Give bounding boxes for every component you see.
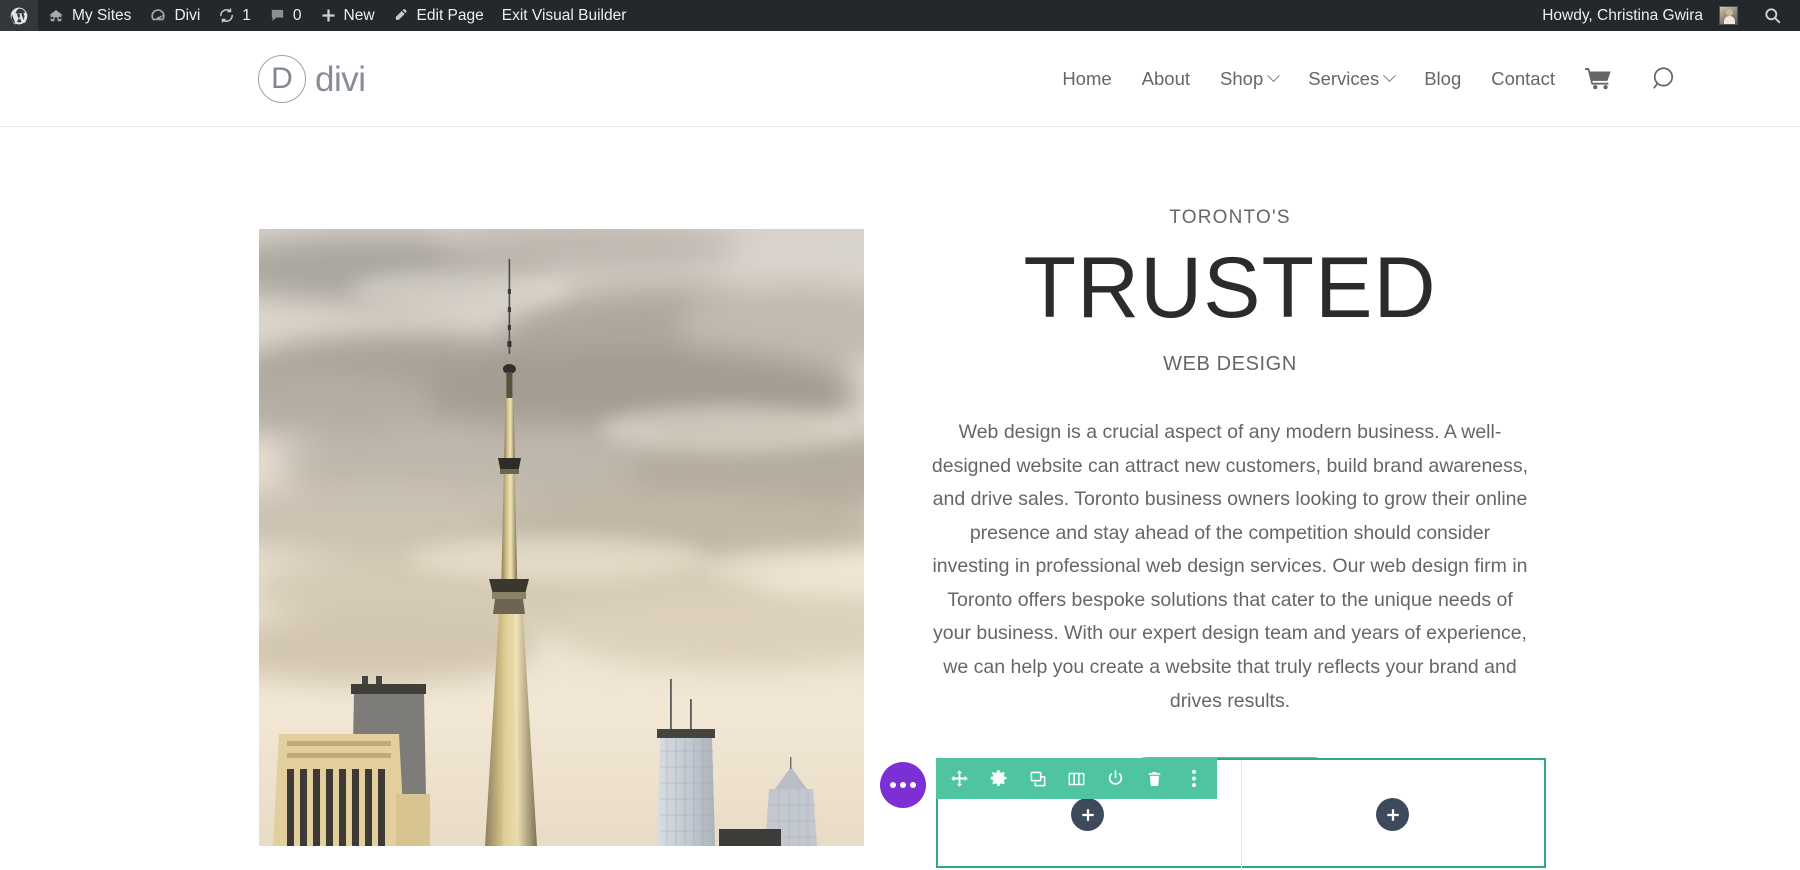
admin-bar-edit-page-label: Edit Page xyxy=(416,6,484,24)
nav-item-services-label: Services xyxy=(1308,67,1380,89)
admin-bar-account-area: Howdy, Christina Gwira xyxy=(1533,0,1796,31)
nav-item-contact-label: Contact xyxy=(1491,67,1555,89)
hero-image xyxy=(259,229,864,846)
main-navigation: Home About Shop Services Blog Contact xyxy=(1047,68,1570,90)
hero-subheadline: WEB DESIGN xyxy=(1163,353,1297,376)
admin-bar-exit-visual-builder[interactable]: Exit Visual Builder xyxy=(493,0,636,31)
page-settings-button[interactable] xyxy=(880,762,926,808)
wordpress-icon xyxy=(9,6,29,26)
builder-row[interactable] xyxy=(936,758,1546,870)
hero-section: TORONTO'S TRUSTED WEB DESIGN Web design … xyxy=(0,127,1800,846)
nav-item-home[interactable]: Home xyxy=(1047,68,1126,90)
admin-bar-new-label: New xyxy=(343,6,375,24)
admin-bar-site-name[interactable]: Divi xyxy=(140,0,209,31)
nav-item-home-label: Home xyxy=(1062,67,1112,89)
admin-bar-greeting: Howdy, Christina Gwira xyxy=(1542,6,1703,24)
search-icon xyxy=(1763,6,1782,25)
wordpress-admin-bar: My Sites Divi 1 0 New Edit Page Exit Vis… xyxy=(0,0,1800,31)
columns-icon[interactable] xyxy=(1066,768,1087,789)
sites-icon xyxy=(47,7,65,25)
nav-item-shop-label: Shop xyxy=(1220,67,1264,89)
admin-bar-my-sites[interactable]: My Sites xyxy=(38,0,140,31)
pencil-icon xyxy=(393,7,410,24)
admin-bar-comments[interactable]: 0 xyxy=(260,0,311,31)
chevron-down-icon xyxy=(1383,69,1397,83)
dot-2 xyxy=(900,782,906,788)
logo-mark: D xyxy=(258,54,306,103)
admin-bar-wordpress-logo[interactable] xyxy=(0,0,38,31)
add-module-button-column-2[interactable] xyxy=(1376,798,1409,831)
hero-eyebrow: TORONTO'S xyxy=(1169,207,1291,228)
site-logo[interactable]: D divi xyxy=(258,54,366,103)
site-header: D divi Home About Shop Services Blog Con… xyxy=(0,31,1800,127)
trash-icon[interactable] xyxy=(1144,768,1165,789)
nav-item-contact[interactable]: Contact xyxy=(1476,68,1570,90)
admin-bar-updates-count: 1 xyxy=(242,6,251,24)
updates-icon xyxy=(218,7,235,24)
cart-icon[interactable] xyxy=(1585,67,1612,91)
move-icon[interactable] xyxy=(949,768,970,789)
dot-1 xyxy=(890,782,896,788)
admin-bar-updates[interactable]: 1 xyxy=(209,0,260,31)
dot-3 xyxy=(910,782,916,788)
nav-item-about[interactable]: About xyxy=(1127,68,1205,90)
nav-item-services[interactable]: Services xyxy=(1293,68,1409,90)
hero-copy: TORONTO'S TRUSTED WEB DESIGN Web design … xyxy=(920,127,1540,814)
comment-icon xyxy=(269,7,286,24)
admin-bar-my-sites-label: My Sites xyxy=(72,6,132,24)
admin-bar-search-button[interactable] xyxy=(1747,0,1796,31)
admin-bar-exit-builder-label: Exit Visual Builder xyxy=(501,6,627,24)
nav-item-about-label: About xyxy=(1141,67,1191,89)
nav-item-blog[interactable]: Blog xyxy=(1409,68,1476,90)
power-icon[interactable] xyxy=(1105,768,1126,789)
nav-item-shop[interactable]: Shop xyxy=(1205,68,1293,90)
plus-icon xyxy=(320,7,337,24)
logo-wordmark: divi xyxy=(315,60,366,99)
admin-bar-edit-page[interactable]: Edit Page xyxy=(384,0,493,31)
search-icon[interactable] xyxy=(1651,65,1678,92)
duplicate-icon[interactable] xyxy=(1027,768,1048,789)
header-icon-group xyxy=(1585,65,1678,92)
avatar xyxy=(1719,6,1738,25)
plus-icon xyxy=(1386,808,1399,821)
nav-item-blog-label: Blog xyxy=(1424,67,1462,89)
admin-bar-my-account[interactable]: Howdy, Christina Gwira xyxy=(1533,0,1747,31)
plus-icon xyxy=(1081,808,1094,821)
more-icon[interactable] xyxy=(1183,768,1204,789)
admin-bar-site-name-label: Divi xyxy=(174,6,201,24)
hero-paragraph: Web design is a crucial aspect of any mo… xyxy=(931,421,1529,712)
chevron-down-icon xyxy=(1267,69,1281,83)
add-module-button-column-1[interactable] xyxy=(1071,798,1104,831)
gear-icon[interactable] xyxy=(988,768,1009,789)
dashboard-icon xyxy=(149,7,167,25)
admin-bar-comments-count: 0 xyxy=(292,6,302,24)
admin-bar-new-content[interactable]: New xyxy=(311,0,384,31)
row-toolbar xyxy=(936,758,1217,799)
hero-headline: TRUSTED xyxy=(1023,240,1437,336)
